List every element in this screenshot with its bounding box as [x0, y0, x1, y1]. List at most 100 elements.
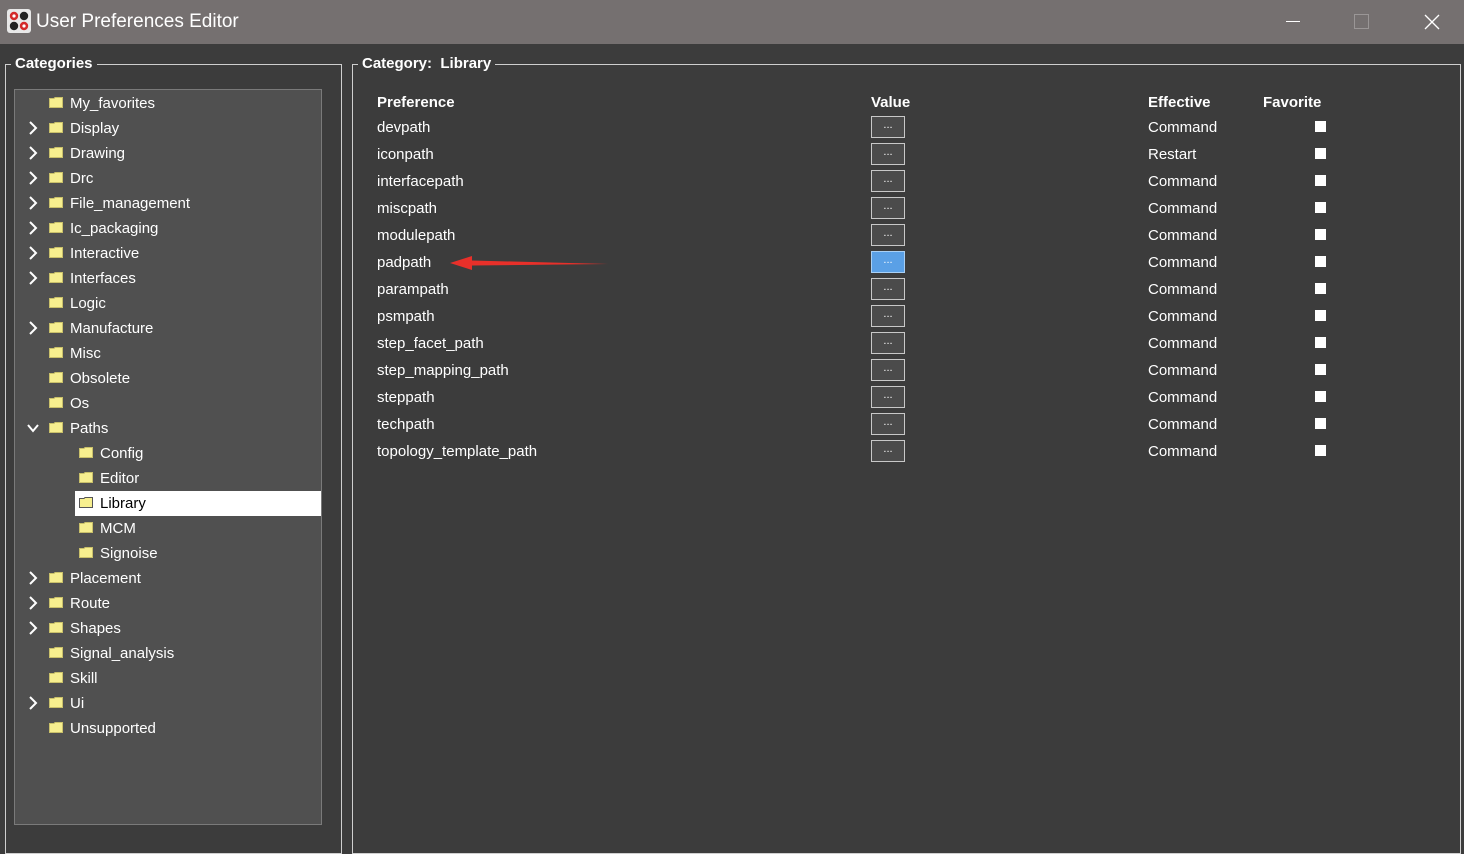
- tree-item-interfaces[interactable]: Interfaces: [15, 266, 321, 291]
- folder-icon: [49, 572, 63, 583]
- favorite-checkbox[interactable]: [1315, 256, 1326, 267]
- browse-value-button[interactable]: ...: [871, 386, 905, 408]
- preference-row-topology_template_path: topology_template_path... Command: [360, 440, 1450, 467]
- tree-item-label: Signal_analysis: [70, 645, 175, 662]
- tree-item-label: MCM: [100, 520, 136, 537]
- preference-name: devpath: [377, 119, 431, 136]
- title-bar: User Preferences Editor: [0, 0, 1464, 44]
- browse-value-button[interactable]: ...: [871, 278, 905, 300]
- chevron-right-icon[interactable]: [26, 146, 40, 160]
- favorite-checkbox[interactable]: [1315, 445, 1326, 456]
- close-button[interactable]: [1397, 0, 1464, 44]
- chevron-right-icon[interactable]: [26, 171, 40, 185]
- preference-row-steppath: steppath... Command: [360, 386, 1450, 413]
- browse-value-button[interactable]: ...: [871, 440, 905, 462]
- browse-value-button[interactable]: ...: [871, 413, 905, 435]
- favorite-checkbox[interactable]: [1315, 337, 1326, 348]
- chevron-right-icon[interactable]: [26, 321, 40, 335]
- tree-item-paths[interactable]: Paths: [15, 416, 321, 441]
- tree-item-misc[interactable]: Misc: [15, 341, 321, 366]
- preference-row-step_mapping_path: step_mapping_path... Command: [360, 359, 1450, 386]
- tree-item-ui[interactable]: Ui: [15, 691, 321, 716]
- folder-icon: [49, 347, 63, 358]
- tree-item-unsupported[interactable]: Unsupported: [15, 716, 321, 741]
- tree-item-os[interactable]: Os: [15, 391, 321, 416]
- favorite-checkbox[interactable]: [1315, 283, 1326, 294]
- folder-icon: [79, 447, 93, 458]
- tree-item-signal_analysis[interactable]: Signal_analysis: [15, 641, 321, 666]
- chevron-right-icon[interactable]: [26, 246, 40, 260]
- tree-item-route[interactable]: Route: [15, 591, 321, 616]
- tree-item-label: Ui: [70, 695, 85, 712]
- tree-item-placement[interactable]: Placement: [15, 566, 321, 591]
- browse-value-button[interactable]: ...: [871, 116, 905, 138]
- chevron-right-icon[interactable]: [26, 196, 40, 210]
- favorite-checkbox[interactable]: [1315, 364, 1326, 375]
- app-logo-icon: [7, 9, 31, 33]
- favorite-checkbox[interactable]: [1315, 175, 1326, 186]
- browse-value-button[interactable]: ...: [871, 224, 905, 246]
- tree-item-editor[interactable]: Editor: [15, 466, 321, 491]
- favorite-checkbox[interactable]: [1315, 310, 1326, 321]
- chevron-down-icon[interactable]: [26, 421, 40, 435]
- tree-item-label: My_favorites: [70, 95, 156, 112]
- preference-name: interfacepath: [377, 173, 464, 190]
- minimize-button[interactable]: [1258, 0, 1328, 44]
- browse-value-button[interactable]: ...: [871, 359, 905, 381]
- tree-item-display[interactable]: Display: [15, 116, 321, 141]
- preference-name: miscpath: [377, 200, 438, 217]
- effective-value: Command: [1148, 308, 1218, 325]
- chevron-right-icon[interactable]: [26, 571, 40, 585]
- tree-item-file_management[interactable]: File_management: [15, 191, 321, 216]
- browse-value-button[interactable]: ...: [871, 170, 905, 192]
- tree-item-my_favorites[interactable]: My_favorites: [15, 91, 321, 116]
- browse-value-button[interactable]: ...: [871, 332, 905, 354]
- browse-value-button[interactable]: ...: [871, 251, 905, 273]
- chevron-right-icon[interactable]: [26, 621, 40, 635]
- tree-item-interactive[interactable]: Interactive: [15, 241, 321, 266]
- chevron-right-icon[interactable]: [26, 696, 40, 710]
- tree-item-mcm[interactable]: MCM: [15, 516, 321, 541]
- preference-name: modulepath: [377, 227, 456, 244]
- favorite-checkbox[interactable]: [1315, 202, 1326, 213]
- tree-item-drawing[interactable]: Drawing: [15, 141, 321, 166]
- tree-item-shapes[interactable]: Shapes: [15, 616, 321, 641]
- chevron-right-icon[interactable]: [26, 121, 40, 135]
- effective-value: Command: [1148, 227, 1218, 244]
- tree-item-signoise[interactable]: Signoise: [15, 541, 321, 566]
- chevron-right-icon[interactable]: [26, 271, 40, 285]
- favorite-checkbox[interactable]: [1315, 391, 1326, 402]
- tree-item-config[interactable]: Config: [15, 441, 321, 466]
- chevron-right-icon[interactable]: [26, 596, 40, 610]
- tree-item-manufacture[interactable]: Manufacture: [15, 316, 321, 341]
- browse-value-button[interactable]: ...: [871, 197, 905, 219]
- favorite-checkbox[interactable]: [1315, 418, 1326, 429]
- tree-item-ic_packaging[interactable]: Ic_packaging: [15, 216, 321, 241]
- browse-value-button[interactable]: ...: [871, 143, 905, 165]
- tree-item-obsolete[interactable]: Obsolete: [15, 366, 321, 391]
- folder-icon: [49, 272, 63, 283]
- maximize-icon: [1354, 14, 1369, 29]
- categories-tree[interactable]: My_favorites Display Drawing Drc File_manage…: [14, 89, 322, 825]
- maximize-button[interactable]: [1327, 0, 1397, 44]
- tree-item-library[interactable]: Library: [15, 491, 321, 516]
- tree-item-label: Route: [70, 595, 111, 612]
- folder-icon: [49, 397, 63, 408]
- favorite-checkbox[interactable]: [1315, 229, 1326, 240]
- folder-icon: [49, 122, 63, 133]
- favorite-checkbox[interactable]: [1315, 148, 1326, 159]
- favorite-checkbox[interactable]: [1315, 121, 1326, 132]
- tree-item-drc[interactable]: Drc: [15, 166, 321, 191]
- preference-row-techpath: techpath... Command: [360, 413, 1450, 440]
- folder-icon: [49, 322, 63, 333]
- preference-row-interfacepath: interfacepath... Command: [360, 170, 1450, 197]
- tree-item-label: Shapes: [70, 620, 121, 637]
- tree-item-label: Editor: [100, 470, 140, 487]
- preference-name: parampath: [377, 281, 449, 298]
- browse-value-button[interactable]: ...: [871, 305, 905, 327]
- effective-value: Command: [1148, 254, 1218, 271]
- tree-item-skill[interactable]: Skill: [15, 666, 321, 691]
- chevron-right-icon[interactable]: [26, 221, 40, 235]
- tree-item-logic[interactable]: Logic: [15, 291, 321, 316]
- preference-row-miscpath: miscpath... Command: [360, 197, 1450, 224]
